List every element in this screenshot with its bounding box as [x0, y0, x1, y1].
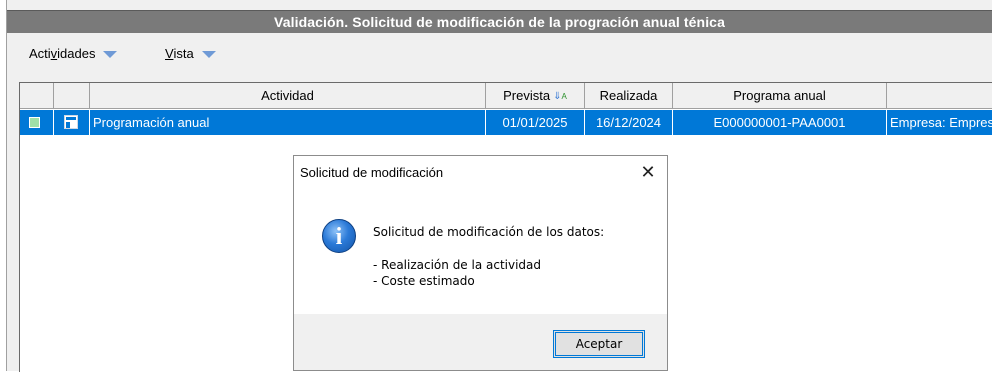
- cell-prevista: 01/01/2025: [486, 110, 585, 135]
- menu-bar: Actividades Vista: [7, 33, 992, 77]
- window-title: Validación. Solicitud de modificación de…: [274, 14, 725, 30]
- column-header-actividad[interactable]: Actividad: [90, 83, 486, 109]
- column-header-extra[interactable]: [887, 83, 992, 109]
- column-header-prevista[interactable]: Prevista ⇓A: [486, 83, 585, 109]
- column-header-type[interactable]: [54, 83, 90, 109]
- sort-ascending-icon: ⇓A: [553, 90, 567, 102]
- dialog-title: Solicitud de modificación: [300, 165, 444, 180]
- dialog-message-line: - Realización de la actividad: [373, 258, 542, 272]
- column-header-realizada[interactable]: Realizada: [585, 83, 673, 109]
- menu-actividades-label: Actividades: [29, 46, 96, 61]
- accept-button[interactable]: Aceptar: [553, 330, 645, 358]
- chevron-down-icon: [201, 51, 216, 58]
- menu-vista[interactable]: Vista: [165, 46, 216, 61]
- window-left-border: [0, 0, 7, 371]
- column-header-programa-anual[interactable]: Programa anual: [673, 83, 887, 109]
- cell-extra: Empresa: Empresa: [890, 115, 992, 130]
- modification-request-dialog: Solicitud de modificación ✕ i Solicitud …: [293, 155, 668, 371]
- menu-vista-label: Vista: [165, 46, 194, 61]
- row-status-cell: [20, 110, 54, 135]
- window-title-bar: Validación. Solicitud de modificación de…: [7, 10, 992, 34]
- menu-actividades[interactable]: Actividades: [29, 46, 118, 61]
- close-icon[interactable]: ✕: [637, 161, 659, 183]
- table-row[interactable]: Programación anual 01/01/2025 16/12/2024…: [20, 110, 992, 135]
- status-square-icon: [29, 117, 40, 128]
- chevron-down-icon: [103, 51, 118, 58]
- column-header-status[interactable]: [20, 83, 54, 109]
- cell-realizada: 16/12/2024: [585, 110, 673, 135]
- row-type-cell: [54, 110, 90, 135]
- dialog-message-line: - Coste estimado: [373, 274, 475, 288]
- dialog-message-heading: Solicitud de modificación de los datos:: [373, 225, 605, 239]
- form-icon: [64, 115, 78, 129]
- info-icon: i: [322, 219, 356, 253]
- cell-programa-anual: E000000001-PAA0001: [673, 110, 887, 135]
- cell-actividad: Programación anual: [90, 110, 486, 135]
